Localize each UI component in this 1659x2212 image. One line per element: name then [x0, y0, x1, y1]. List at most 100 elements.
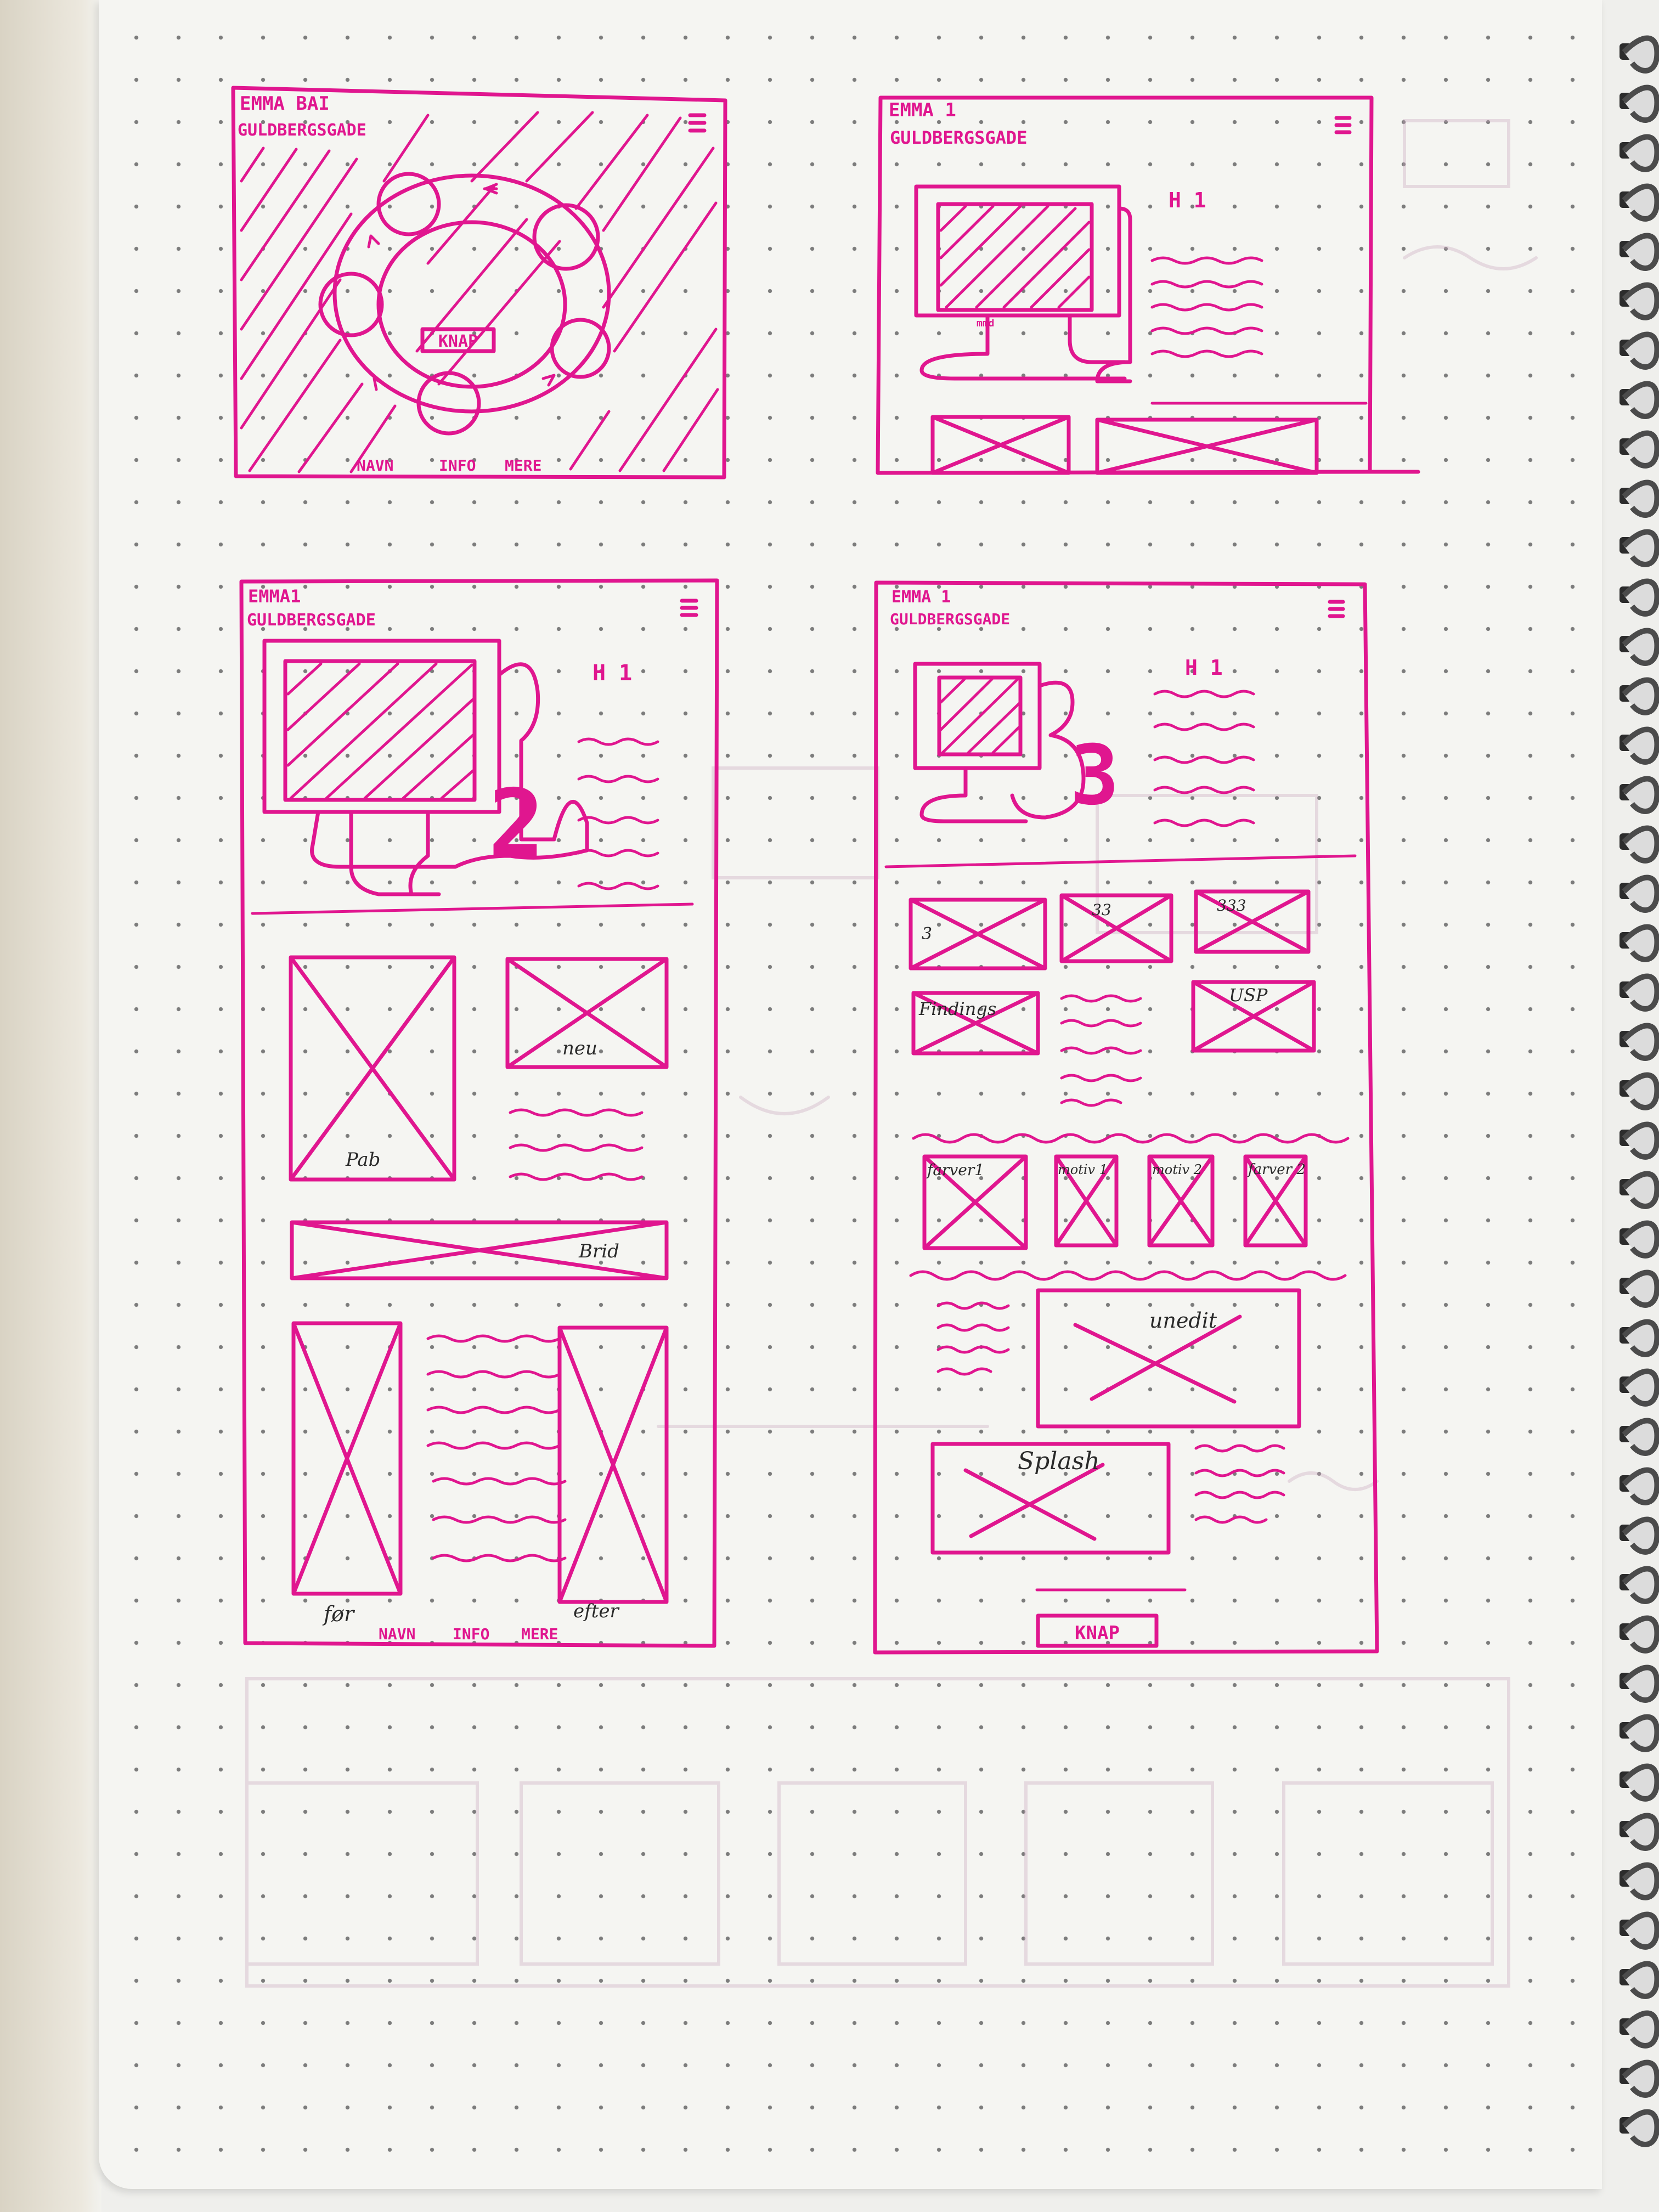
brand-line-2: GULDBERGSGADE [890, 610, 1010, 628]
cta-button[interactable]: KNAP [1036, 1613, 1159, 1648]
spiral-ring [1622, 1121, 1659, 1160]
carousel-ring [318, 172, 611, 436]
banner-label: Brid [578, 1240, 619, 1262]
heading-h1: H 1 [1169, 188, 1206, 212]
spiral-ring [1622, 35, 1659, 74]
hamburger-icon[interactable] [1334, 116, 1352, 134]
wireframe-desktop-monitor: EMMA 1 GULDBERGSGADE mmd H 1 [876, 95, 1420, 475]
spiral-ring [1622, 2059, 1659, 2098]
spiral-ring [1622, 578, 1659, 617]
swatch-label-3: motiv 2 [1152, 1162, 1202, 1177]
after-label: efter [573, 1600, 619, 1622]
spiral-ring [1622, 1664, 1659, 1703]
thumbnail-row [930, 415, 1319, 475]
spiral-ring [1622, 1418, 1659, 1456]
image-label-1: Pab [345, 1149, 380, 1171]
findings-label: Findings [918, 998, 996, 1019]
spiral-ring [1622, 282, 1659, 320]
carousel-dot[interactable] [376, 172, 441, 236]
swatch-label-4: farver 2 [1247, 1161, 1306, 1178]
spiral-ring [1622, 973, 1659, 1012]
body-text-lines [251, 737, 694, 915]
spiral-ring [1622, 1566, 1659, 1604]
spiral-ring [1622, 1862, 1659, 1900]
nav-mere[interactable]: MERE [505, 456, 541, 475]
frame-outline [239, 578, 719, 1648]
carousel-dot[interactable] [532, 203, 600, 271]
button-label: KNAP [438, 332, 478, 351]
swatch-label-1: farver1 [926, 1161, 984, 1179]
spiral-ring [1622, 776, 1659, 814]
stat-box[interactable] [1194, 889, 1311, 954]
spiral-ring [1622, 1615, 1659, 1654]
spiral-ring [1622, 726, 1659, 765]
swatch-label-2: motiv 1 [1058, 1162, 1108, 1177]
image-placeholder[interactable] [289, 955, 456, 1182]
nav-info[interactable]: INFO [453, 1625, 489, 1643]
spiral-ring [1622, 479, 1659, 518]
monitor-label: mmd [977, 318, 995, 329]
spiral-ring [1622, 134, 1659, 172]
spiral-ring [1622, 1220, 1659, 1259]
wireframe-case-page-2: EMMA1 GULDBERGSGADE H 1 2 Pab neu Brid f… [239, 578, 719, 1648]
spiral-ring [1622, 628, 1659, 666]
spiral-ring [1622, 1961, 1659, 1999]
number-3: 3 [1070, 728, 1119, 823]
thumbnail-1[interactable] [930, 415, 1071, 475]
spiral-ring [1622, 2109, 1659, 2147]
stat-label-2: 33 [1092, 901, 1111, 919]
brand-line-2: GULDBERGSGADE [890, 127, 1027, 148]
body-text-lines [1150, 256, 1368, 405]
carousel-dot[interactable] [318, 272, 384, 337]
heading-h1: H 1 [592, 661, 632, 686]
nav-navn[interactable]: NAVN [379, 1625, 415, 1643]
wireframe-case-page-3: EMMA 1 GULDBERGSGADE 3 H 1 3 33 333 Find… [873, 580, 1379, 1655]
button-label: KNAP [1075, 1622, 1120, 1644]
stat-label-3: 333 [1217, 896, 1246, 915]
spiral-ring [1622, 84, 1659, 123]
number-2: 2 [488, 770, 544, 878]
body-text-lines [426, 1108, 644, 1562]
hamburger-icon[interactable] [680, 599, 698, 617]
monitor-illustration [913, 662, 1086, 823]
monitor-screen-hatch [939, 205, 1091, 309]
after-image[interactable] [557, 1325, 669, 1604]
spiral-ring [1622, 183, 1659, 222]
splash-label: Splash [1018, 1447, 1100, 1475]
spiral-ring [1622, 233, 1659, 271]
nav-navn[interactable]: NAVN [357, 456, 393, 475]
spiral-ring [1622, 1319, 1659, 1357]
spiral-ring [1622, 1467, 1659, 1505]
frame-outline [873, 580, 1379, 1655]
nav-info[interactable]: INFO [439, 456, 476, 475]
brand-line-1: EMMA BAI [240, 93, 330, 115]
image-label-2: neu [562, 1037, 597, 1059]
brand-line-1: EMMA 1 [891, 588, 951, 607]
hamburger-icon[interactable] [1328, 600, 1345, 618]
image-placeholders [289, 955, 669, 1604]
spiral-ring [1622, 430, 1659, 469]
monitor-illustration [914, 184, 1132, 383]
body-text-lines [909, 994, 1350, 1281]
before-label: før [322, 1602, 356, 1626]
monitor-screen-hatch [286, 662, 475, 800]
spiral-ring [1622, 381, 1659, 419]
spiral-ring [1622, 2010, 1659, 2049]
unedit-label: unedit [1149, 1308, 1217, 1333]
spiral-ring [1622, 874, 1659, 913]
spiral-ring [1622, 331, 1659, 370]
wireframe-home-mobile: EMMA BAI GULDBERGSGADE KNAP NAVN INFO ME… [231, 86, 727, 479]
brand-line-2: GULDBERGSGADE [238, 121, 366, 140]
hamburger-icon[interactable] [688, 113, 707, 133]
hero-image-hatch [240, 111, 719, 473]
before-image[interactable] [291, 1321, 403, 1596]
nav-mere[interactable]: MERE [521, 1625, 558, 1643]
body-text-lines [884, 690, 1357, 868]
stat-box[interactable] [1059, 893, 1173, 963]
brand-line-2: GULDBERGSGADE [247, 611, 376, 630]
thumbnail-2[interactable] [1095, 417, 1319, 475]
spiral-ring [1622, 1171, 1659, 1209]
heading-h1: H 1 [1185, 656, 1223, 680]
spiral-ring [1622, 1072, 1659, 1110]
spiral-ring [1622, 1813, 1659, 1851]
